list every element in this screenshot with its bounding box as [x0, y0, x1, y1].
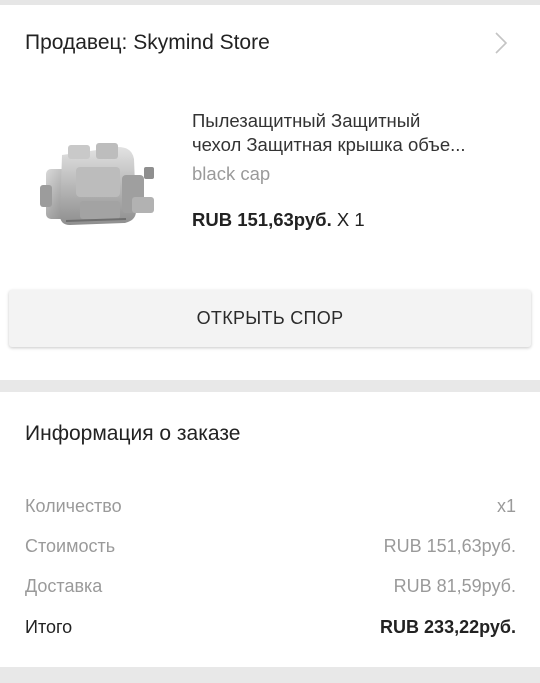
- order-item-card: Продавец: Skymind Store Пылезащитный Защ…: [0, 5, 540, 380]
- product-title[interactable]: Пылезащитный Защитный чехол Защитная кры…: [192, 109, 522, 157]
- order-row-delivery: Доставка RUB 81,59руб.: [25, 576, 516, 602]
- product-price: RUB 151,63руб.: [192, 209, 332, 230]
- order-row-quantity: Количество x1: [25, 496, 516, 522]
- order-row-value: RUB 151,63руб.: [383, 536, 516, 556]
- product-title-line-2: чехол Защитная крышка объе...: [192, 134, 466, 155]
- open-dispute-button[interactable]: ОТКРЫТЬ СПОР: [9, 290, 531, 347]
- chevron-right-icon: [495, 32, 508, 54]
- bottom-separator: [0, 667, 540, 683]
- product-quantity: X 1: [331, 209, 365, 230]
- order-row-label: Доставка: [25, 576, 103, 596]
- section-divider: [0, 380, 540, 392]
- order-total-label: Итого: [25, 617, 73, 637]
- seller-name: Продавец: Skymind Store: [25, 31, 270, 54]
- seller-row[interactable]: Продавец: Skymind Store: [0, 5, 540, 81]
- product-title-line-1: Пылезащитный Защитный: [192, 110, 421, 131]
- product-variant: black cap: [192, 163, 271, 184]
- order-row-value: RUB 81,59руб.: [393, 576, 516, 596]
- order-row-total: Итого RUB 233,22руб.: [25, 617, 516, 643]
- order-info-card: Информация о заказе Количество x1 Стоимо…: [0, 392, 540, 667]
- order-row-label: Количество: [25, 496, 122, 516]
- order-row-value: x1: [496, 496, 516, 516]
- order-total-value: RUB 233,22руб.: [380, 617, 516, 637]
- order-row-label: Стоимость: [25, 536, 116, 556]
- product-price-line: RUB 151,63руб. X 1: [192, 209, 365, 231]
- product-image[interactable]: [36, 137, 160, 237]
- order-info-title: Информация о заказе: [25, 422, 241, 445]
- order-row-cost: Стоимость RUB 151,63руб.: [25, 536, 516, 562]
